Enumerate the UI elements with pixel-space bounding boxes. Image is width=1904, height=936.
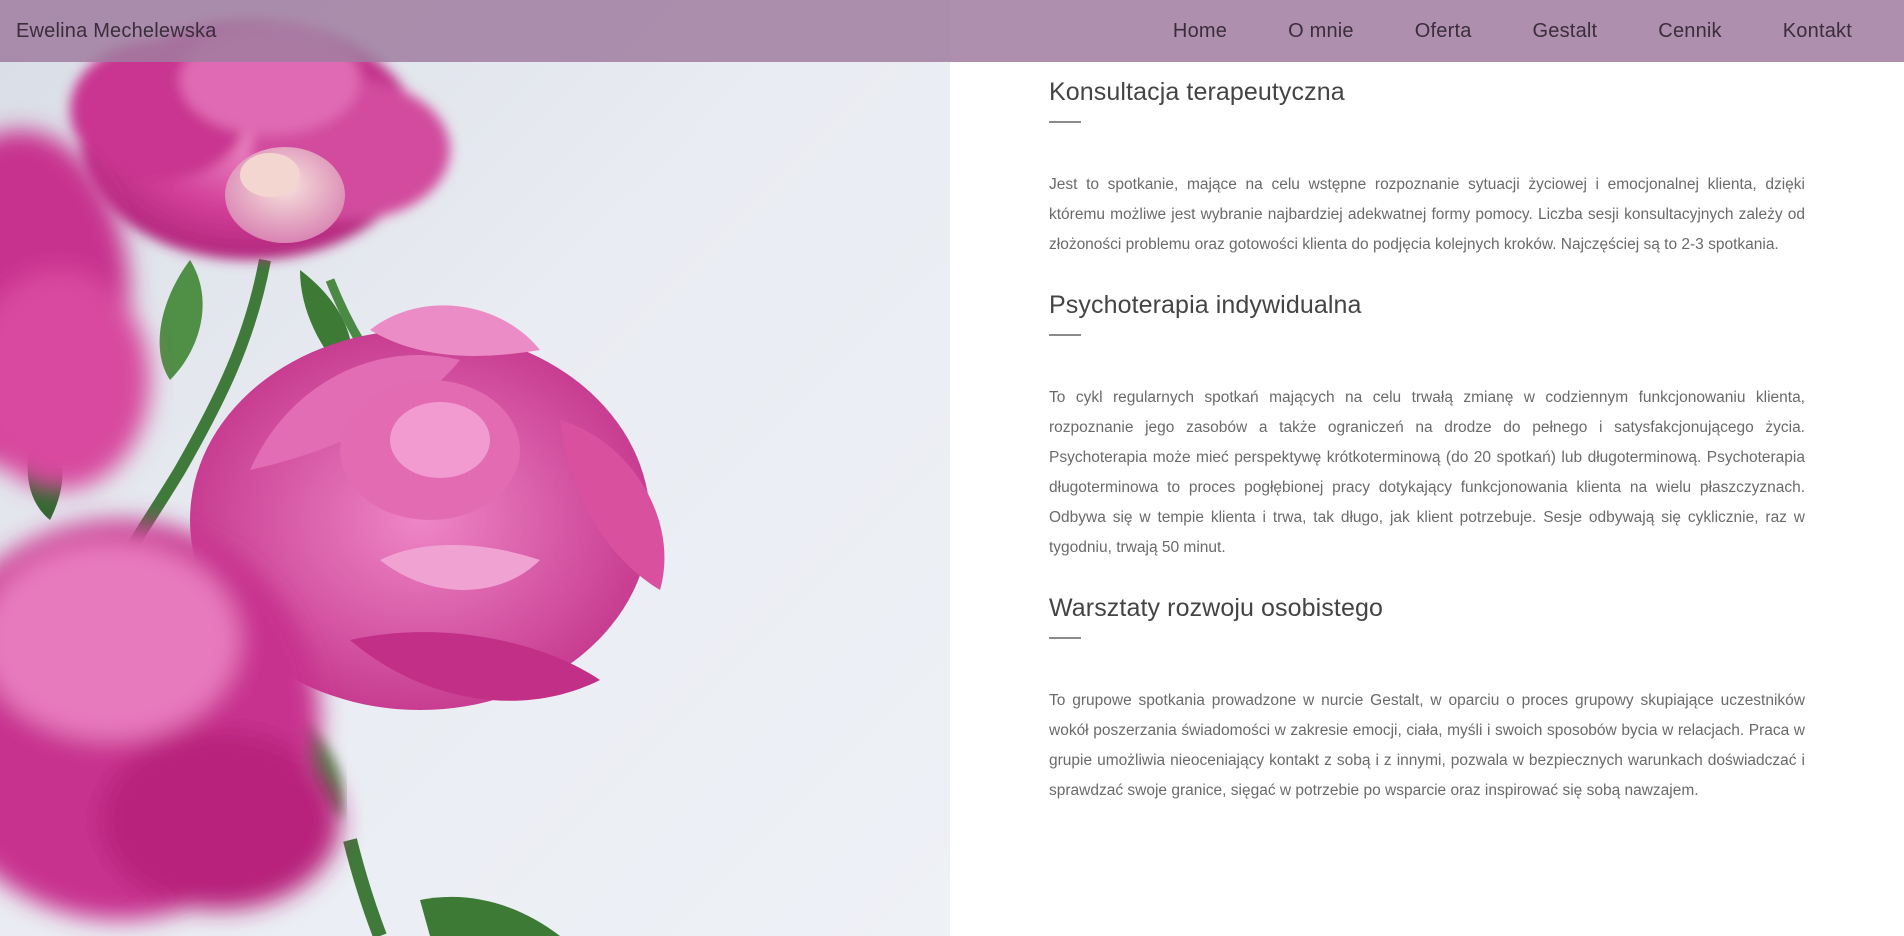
section-konsultacja: Konsultacja terapeutyczna Jest to spotka… <box>1049 62 1805 260</box>
section-title: Psychoterapia indywidualna <box>1049 291 1362 319</box>
title-divider <box>1049 637 1081 639</box>
section-text: Jest to spotkanie, mające na celu wstępn… <box>1049 176 1805 253</box>
section-psychoterapia: Psychoterapia indywidualna To cykl regul… <box>1049 290 1805 563</box>
top-navigation-bar: Ewelina Mechelewska Home O mnie Oferta G… <box>0 0 1904 62</box>
site-brand-link[interactable]: Ewelina Mechelewska <box>16 20 217 43</box>
offer-content: Konsultacja terapeutyczna Jest to spotka… <box>1049 62 1805 806</box>
section-title: Warsztaty rozwoju osobistego <box>1049 594 1383 622</box>
main-nav: Home O mnie Oferta Gestalt Cennik Kontak… <box>1173 20 1852 43</box>
peony-illustration <box>0 20 665 936</box>
section-title: Konsultacja terapeutyczna <box>1049 78 1345 106</box>
hero-image <box>0 0 950 936</box>
nav-kontakt[interactable]: Kontakt <box>1783 20 1852 43</box>
nav-gestalt[interactable]: Gestalt <box>1533 20 1598 43</box>
nav-o-mnie[interactable]: O mnie <box>1288 20 1354 43</box>
nav-home[interactable]: Home <box>1173 20 1227 43</box>
title-divider <box>1049 121 1081 123</box>
section-text: To cykl regularnych spotkań mających na … <box>1049 389 1805 556</box>
nav-oferta[interactable]: Oferta <box>1415 20 1472 43</box>
nav-cennik[interactable]: Cennik <box>1658 20 1721 43</box>
section-text: To grupowe spotkania prowadzone w nurcie… <box>1049 692 1805 799</box>
title-divider <box>1049 334 1081 336</box>
section-warsztaty: Warsztaty rozwoju osobistego To grupowe … <box>1049 593 1805 806</box>
